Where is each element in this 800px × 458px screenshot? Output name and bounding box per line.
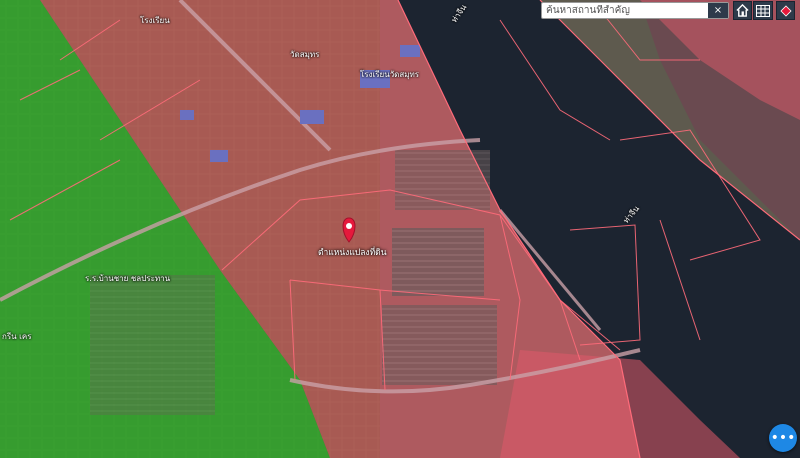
- home-button[interactable]: [733, 1, 752, 20]
- clear-search-button[interactable]: ×: [708, 3, 728, 18]
- building: [400, 45, 420, 57]
- map-canvas[interactable]: [0, 0, 800, 458]
- more-options-button[interactable]: •••: [769, 424, 797, 452]
- home-icon: [736, 4, 749, 17]
- layers-icon: [779, 4, 792, 17]
- grid-icon: [756, 4, 770, 17]
- field-block: [395, 150, 490, 210]
- field-block: [90, 275, 215, 415]
- field-block: [382, 305, 497, 385]
- search-bar: ×: [541, 2, 729, 19]
- building: [360, 70, 390, 88]
- building: [180, 110, 194, 120]
- field-block: [392, 228, 484, 296]
- building: [300, 110, 324, 124]
- grid-button[interactable]: [753, 1, 773, 20]
- search-input[interactable]: [542, 5, 710, 16]
- pin-label: ตำแหน่งแปลงที่ดิน: [318, 248, 387, 258]
- layers-button[interactable]: [776, 1, 795, 20]
- building: [210, 150, 228, 162]
